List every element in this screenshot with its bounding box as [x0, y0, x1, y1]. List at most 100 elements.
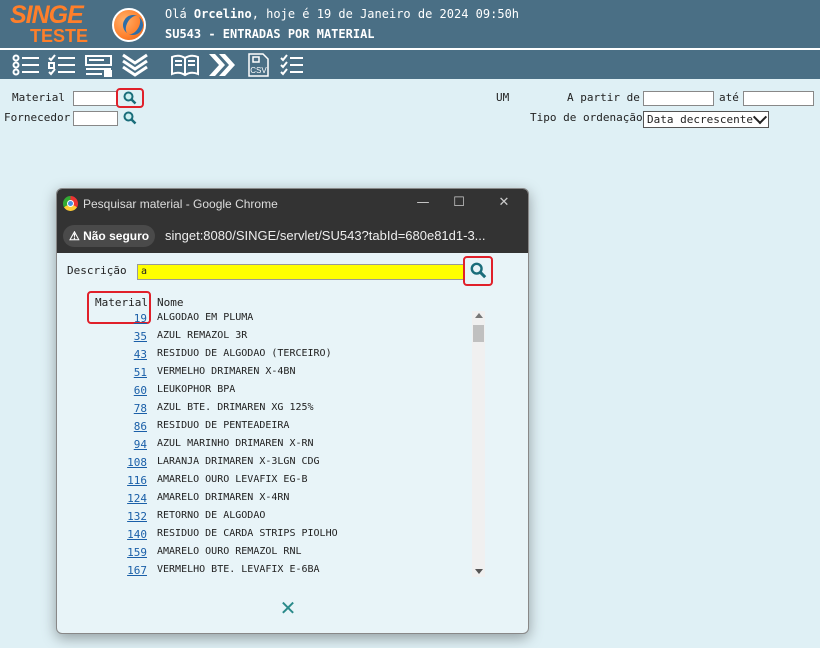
- greeting: Olá Orcelino, hoje é 19 de Janeiro de 20…: [165, 7, 519, 21]
- greeting-suffix: , hoje é 19 de Janeiro de 2024 09:50h: [251, 7, 520, 21]
- maximize-icon[interactable]: ☐: [451, 195, 467, 211]
- scroll-up-icon[interactable]: [475, 313, 483, 318]
- ordenacao-selected-value: Data decrescente: [647, 113, 753, 126]
- ate-label: até: [719, 91, 739, 104]
- material-code-link[interactable]: 51: [134, 366, 147, 379]
- security-label: Não seguro: [83, 229, 150, 243]
- material-name: AMARELO OURO LEVAFIX EG-B: [157, 474, 308, 485]
- material-name: AMARELO DRIMAREN X-4RN: [157, 492, 290, 503]
- search-material-popup: Pesquisar material - Google Chrome — ☐ ✕…: [56, 188, 529, 634]
- close-popup-button[interactable]: ✕: [278, 598, 298, 618]
- ordenacao-label: Tipo de ordenação: [530, 111, 643, 124]
- material-name: RESIDUO DE PENTEADEIRA: [157, 420, 290, 431]
- popup-window-title: Pesquisar material - Google Chrome: [83, 197, 278, 211]
- checklist-alt-icon[interactable]: [279, 53, 309, 77]
- material-code-link[interactable]: 159: [127, 546, 147, 559]
- descricao-label: Descrição: [67, 264, 127, 277]
- material-code-link[interactable]: 132: [127, 510, 147, 523]
- chrome-icon: [63, 196, 78, 211]
- list-item: 19 ALGODAO EM PLUMA: [57, 311, 477, 329]
- material-label: Material: [12, 91, 65, 104]
- list-item: 140 RESIDUO DE CARDA STRIPS PIOLHO: [57, 527, 477, 545]
- fornecedor-input[interactable]: [73, 111, 118, 126]
- greeting-prefix: Olá: [165, 7, 194, 21]
- results-list: 19 ALGODAO EM PLUMA 35 AZUL REMAZOL 3R 43 R…: [57, 311, 477, 581]
- csv-icon[interactable]: CSV: [243, 53, 273, 77]
- material-name: VERMELHO DRIMAREN X-4BN: [157, 366, 296, 377]
- list-item: 132 RETORNO DE ALGODAO: [57, 509, 477, 527]
- popup-address-bar: ⚠ Não seguro singet:8080/SINGE/servlet/S…: [57, 219, 528, 253]
- fornecedor-label: Fornecedor: [4, 111, 71, 124]
- form-icon[interactable]: [84, 53, 114, 77]
- chevron-down-icon: [752, 110, 768, 125]
- material-code-link[interactable]: 116: [127, 474, 147, 487]
- material-code-link[interactable]: 94: [134, 438, 147, 451]
- list-item: 167 VERMELHO BTE. LEVAFIX E-6BA: [57, 563, 477, 581]
- material-name: RETORNO DE ALGODAO: [157, 510, 266, 521]
- logo-line2: TESTE: [30, 26, 89, 46]
- material-name: AMARELO OURO REMAZOL RNL: [157, 546, 302, 557]
- close-icon[interactable]: ✕: [496, 195, 512, 211]
- um-label: UM: [496, 91, 510, 104]
- list-item: 51 VERMELHO DRIMAREN X-4BN: [57, 365, 477, 383]
- logo-line1: SINGE: [10, 1, 84, 29]
- material-code-link[interactable]: 19: [134, 312, 147, 325]
- list-item: 116 AMARELO OURO LEVAFIX EG-B: [57, 473, 477, 491]
- forward-icon[interactable]: [207, 53, 237, 77]
- list-item: 124 AMARELO DRIMAREN X-4RN: [57, 491, 477, 509]
- book-icon[interactable]: [170, 53, 200, 77]
- ate-input[interactable]: [743, 91, 814, 106]
- material-code-link[interactable]: 86: [134, 420, 147, 433]
- material-code-link[interactable]: 167: [127, 564, 147, 577]
- list-item: 43 RESIDUO DE ALGODAO (TERCEIRO): [57, 347, 477, 365]
- app-logo: SINGE TESTE: [8, 2, 104, 46]
- results-scrollbar[interactable]: [472, 311, 485, 577]
- logo-emblem-icon: [112, 8, 146, 42]
- material-name: AZUL REMAZOL 3R: [157, 330, 248, 341]
- list-item: 78 AZUL BTE. DRIMAREN XG 125%: [57, 401, 477, 419]
- list-item: 108 LARANJA DRIMAREN X-3LGN CDG: [57, 455, 477, 473]
- app-header: SINGE TESTE Olá Orcelino, hoje é 19 de J…: [0, 0, 820, 48]
- descricao-input[interactable]: a: [137, 264, 464, 280]
- search-icon[interactable]: [470, 262, 487, 279]
- list-item: 35 AZUL REMAZOL 3R: [57, 329, 477, 347]
- security-badge[interactable]: ⚠ Não seguro: [63, 225, 156, 247]
- a-partir-label: A partir de: [567, 91, 640, 104]
- column-header-nome[interactable]: Nome: [157, 296, 184, 309]
- collapse-chevrons-icon[interactable]: [120, 53, 150, 77]
- material-name: AZUL BTE. DRIMAREN XG 125%: [157, 402, 314, 413]
- material-name: AZUL MARINHO DRIMAREN X-RN: [157, 438, 314, 449]
- search-icon[interactable]: [123, 91, 137, 105]
- ordenacao-select[interactable]: Data decrescente: [643, 110, 769, 128]
- popup-url[interactable]: singet:8080/SINGE/servlet/SU543?tabId=68…: [165, 228, 520, 243]
- scroll-down-icon[interactable]: [475, 569, 483, 574]
- material-code-link[interactable]: 43: [134, 348, 147, 361]
- list-item: 86 RESIDUO DE PENTEADEIRA: [57, 419, 477, 437]
- material-code-link[interactable]: 124: [127, 492, 147, 505]
- search-icon[interactable]: [123, 111, 137, 125]
- page-title: SU543 - ENTRADAS POR MATERIAL: [165, 27, 375, 41]
- material-name: LARANJA DRIMAREN X-3LGN CDG: [157, 456, 320, 467]
- list-item: 159 AMARELO OURO REMAZOL RNL: [57, 545, 477, 563]
- a-partir-input[interactable]: [643, 91, 714, 106]
- material-code-link[interactable]: 78: [134, 402, 147, 415]
- material-name: VERMELHO BTE. LEVAFIX E-6BA: [157, 564, 320, 575]
- checklist-icon[interactable]: [47, 53, 77, 77]
- material-name: ALGODAO EM PLUMA: [157, 312, 254, 323]
- material-name: RESIDUO DE CARDA STRIPS PIOLHO: [157, 528, 338, 539]
- material-code-link[interactable]: 60: [134, 384, 147, 397]
- minimize-icon[interactable]: —: [415, 195, 431, 211]
- material-code-link[interactable]: 140: [127, 528, 147, 541]
- material-code-link[interactable]: 108: [127, 456, 147, 469]
- material-input[interactable]: [73, 91, 118, 106]
- material-name: LEUKOPHOR BPA: [157, 384, 236, 395]
- popup-titlebar: Pesquisar material - Google Chrome — ☐ ✕: [57, 189, 528, 219]
- scrollbar-thumb[interactable]: [473, 325, 484, 342]
- user-name: Orcelino: [193, 7, 252, 21]
- material-name: RESIDUO DE ALGODAO (TERCEIRO): [157, 348, 332, 359]
- warning-icon: ⚠: [69, 229, 84, 243]
- list-item: 60 LEUKOPHOR BPA: [57, 383, 477, 401]
- toolbar: CSV: [0, 48, 820, 79]
- material-code-link[interactable]: 35: [134, 330, 147, 343]
- list-icon[interactable]: [11, 53, 41, 77]
